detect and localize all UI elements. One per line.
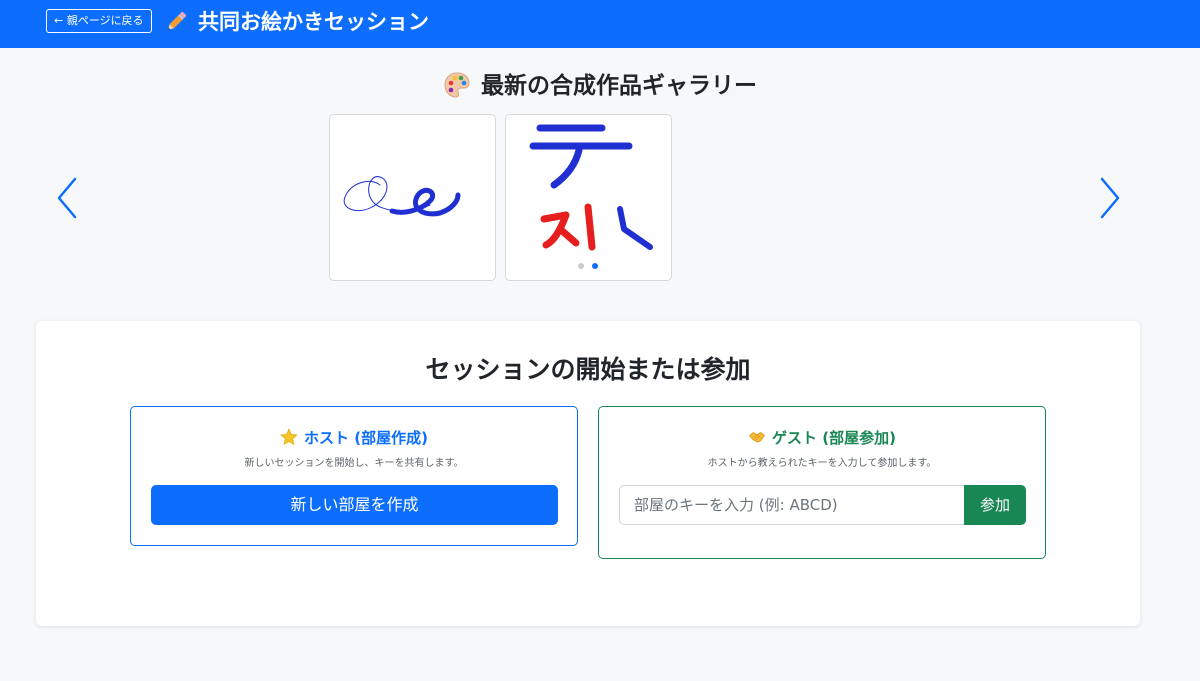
guest-description: ホストから教えられたキーを入力して参加します。 — [707, 458, 937, 469]
page-title: 共同お絵かきセッション — [198, 10, 429, 34]
palette-icon — [444, 72, 470, 98]
gallery-artwork-thumbnail[interactable] — [505, 114, 672, 281]
handshake-icon — [749, 432, 765, 443]
carousel-dot[interactable] — [578, 263, 584, 269]
artwork-drawing — [529, 124, 653, 251]
back-to-parent-button[interactable]: ← 親ページに戻る — [46, 9, 152, 33]
gallery-title: 最新の合成作品ギャラリー — [0, 70, 1200, 102]
gallery-title-text: 最新の合成作品ギャラリー — [481, 73, 757, 99]
host-panel: ホスト (部屋作成) 新しいセッションを開始し、キーを共有します。 新しい部屋を… — [130, 406, 578, 546]
artwork-drawing — [343, 176, 461, 217]
star-icon — [280, 428, 298, 446]
session-title: セッションの開始または参加 — [425, 355, 751, 384]
pencil-icon — [168, 11, 187, 30]
guest-panel: ゲスト (部屋参加) ホストから教えられたキーを入力して参加します。 参加 — [598, 406, 1046, 559]
host-heading: ホスト (部屋作成) — [131, 427, 577, 449]
gallery-artwork-thumbnail[interactable] — [329, 114, 496, 281]
guest-heading: ゲスト (部屋参加) — [599, 427, 1045, 449]
carousel-dot-active[interactable] — [592, 263, 598, 269]
create-room-button[interactable]: 新しい部屋を作成 — [151, 485, 558, 525]
carousel-indicators — [578, 263, 598, 269]
guest-heading-text: ゲスト (部屋参加) — [772, 429, 896, 447]
room-key-input[interactable] — [619, 485, 964, 525]
host-description: 新しいセッションを開始し、キーを共有します。 — [244, 458, 464, 469]
top-bar: ← 親ページに戻る 共同お絵かきセッション — [0, 0, 1200, 48]
join-room-button[interactable]: 参加 — [964, 485, 1026, 525]
chevron-right-icon[interactable] — [1098, 176, 1122, 220]
chevron-left-icon[interactable] — [55, 176, 79, 220]
host-heading-text: ホスト (部屋作成) — [304, 429, 428, 447]
